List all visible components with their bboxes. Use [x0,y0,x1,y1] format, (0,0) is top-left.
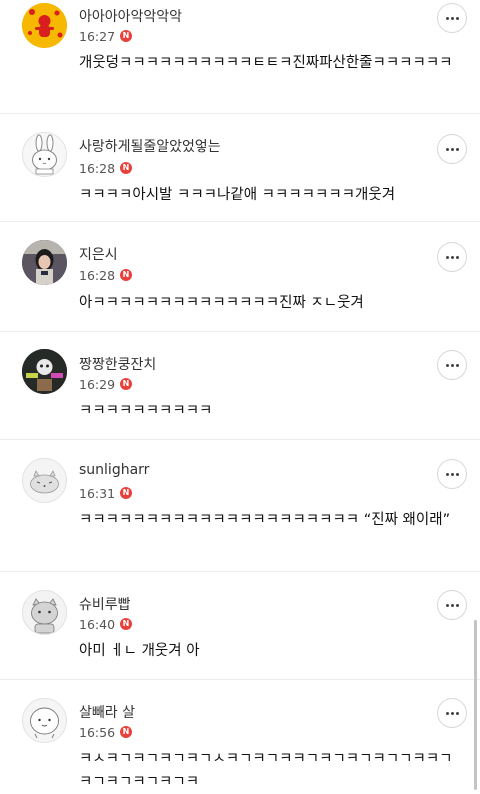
photo-avatar-icon [22,349,67,394]
new-badge: N [120,162,133,174]
comment-text: 개웃덩ㅋㅋㅋㅋㅋㅋㅋㅋㅋㅋㅌㅌㅋ진짜파산한줄ㅋㅋㅋㅋㅋㅋ [79,55,453,71]
comment-text: ㅋㅋㅋㅋ아시발 ㅋㅋㅋ나같애 ㅋㅋㅋㅋㅋㅋㅋ개웃겨 [79,187,396,203]
comment-meta: 16:31 N [79,485,133,501]
comment-nickname[interactable]: 사랑하게될줄알았었엏는 [79,136,221,156]
new-badge: N [120,30,133,42]
comment-nickname[interactable]: sunligharr [79,462,149,478]
cat-avatar-icon [23,459,66,502]
more-options-button[interactable] [437,459,467,489]
comment-meta: 16:28 N [79,267,133,283]
more-horizontal-icon [445,472,449,476]
comment-item: 지은시 16:28 N 아ㅋㅋㅋㅋㅋㅋㅋㅋㅋㅋㅋㅋㅋㅋ진짜 ㅈㄴ웃겨 [0,222,480,332]
comment-time: 16:31 [79,485,116,501]
photo-avatar-icon [22,240,67,285]
avatar[interactable] [22,590,67,635]
comment-nickname[interactable]: 짱짱한쿵잔치 [79,354,156,374]
comment-meta: 16:40 N [79,616,133,632]
avatar[interactable] [22,349,67,394]
avatar[interactable] [22,698,67,743]
new-badge: N [120,269,133,281]
comment-time: 16:56 [79,724,116,740]
more-horizontal-icon [445,363,449,367]
comment-meta: 16:27 N [79,28,133,44]
comment-time: 16:29 [79,376,116,392]
comment-text: 아미 ㅔㄴ 개웃겨 아 [79,643,200,659]
comment-time: 16:28 [79,267,116,283]
comment-nickname[interactable]: 아아아아악악악악 [79,6,182,26]
more-options-button[interactable] [437,242,467,272]
comment-time: 16:28 [79,160,116,176]
comment-time: 16:40 [79,616,116,632]
comment-meta: 16:29 N [79,376,133,392]
avatar-character-icon [22,3,67,48]
more-horizontal-icon [445,255,449,259]
comment-nickname[interactable]: 슈비루빱 [79,594,131,614]
comment-text: ㅋㅅㅋㄱㅋㄱㅋㄱㅋㄱㅅㅋㄱㅋㄱㅋㅋㄱㅋㄱㅋㄱㅋㄱㄱㅋㅋㄱㅋㄱㅋㄱㅋㄱㅋㄱㅋ [79,751,453,790]
comment-item: sunligharr 16:31 N ㅋㅋㅋㅋㅋㅋㅋㅋㅋㅋㅋㅋㅋㅋㅋㅋㅋㅋㅋㅋㅋ… [0,440,480,572]
comment-meta: 16:56 N [79,724,133,740]
comment-time: 16:27 [79,28,116,44]
more-options-button[interactable] [437,698,467,728]
more-options-button[interactable] [437,134,467,164]
more-horizontal-icon [445,603,449,607]
comment-text: ㅋㅋㅋㅋㅋㅋㅋㅋㅋㅋ [79,403,213,419]
more-options-button[interactable] [437,590,467,620]
comment-item: 짱짱한쿵잔치 16:29 N ㅋㅋㅋㅋㅋㅋㅋㅋㅋㅋ [0,332,480,440]
comment-nickname[interactable]: 지은시 [79,244,118,264]
new-badge: N [120,487,133,499]
cat-avatar-icon [23,591,66,634]
comment-text: ㅋㅋㅋㅋㅋㅋㅋㅋㅋㅋㅋㅋㅋㅋㅋㅋㅋㅋㅋㅋㅋ “진짜 왜이래” [79,512,451,528]
avatar[interactable] [22,3,67,48]
more-horizontal-icon [445,711,449,715]
comment-meta: 16:28 N [79,160,133,176]
avatar[interactable] [22,240,67,285]
new-badge: N [120,618,133,630]
comment-text: 아ㅋㅋㅋㅋㅋㅋㅋㅋㅋㅋㅋㅋㅋㅋ진짜 ㅈㄴ웃겨 [79,295,364,311]
new-badge: N [120,378,133,390]
more-options-button[interactable] [437,3,467,33]
rabbit-avatar-icon [23,133,66,176]
more-options-button[interactable] [437,350,467,380]
avatar[interactable] [22,132,67,177]
comment-item: 슈비루빱 16:40 N 아미 ㅔㄴ 개웃겨 아 [0,572,480,680]
comment-item: 아아아아악악악악 16:27 N 개웃덩ㅋㅋㅋㅋㅋㅋㅋㅋㅋㅋㅌㅌㅋ진짜파산한줄ㅋ… [0,0,480,114]
new-badge: N [120,726,133,738]
more-horizontal-icon [445,16,449,20]
comment-item: 사랑하게될줄알았었엏는 16:28 N ㅋㅋㅋㅋ아시발 ㅋㅋㅋ나같애 ㅋㅋㅋㅋㅋ… [0,114,480,222]
comment-item: 살빼라 살 16:56 N ㅋㅅㅋㄱㅋㄱㅋㄱㅋㄱㅅㅋㄱㅋㄱㅋㅋㄱㅋㄱㅋㄱㅋㄱㄱㅋ… [0,680,480,790]
scrollbar[interactable] [474,620,477,790]
avatar[interactable] [22,458,67,503]
comment-nickname[interactable]: 살빼라 살 [79,702,135,722]
character-avatar-icon [23,699,66,742]
more-horizontal-icon [445,147,449,151]
